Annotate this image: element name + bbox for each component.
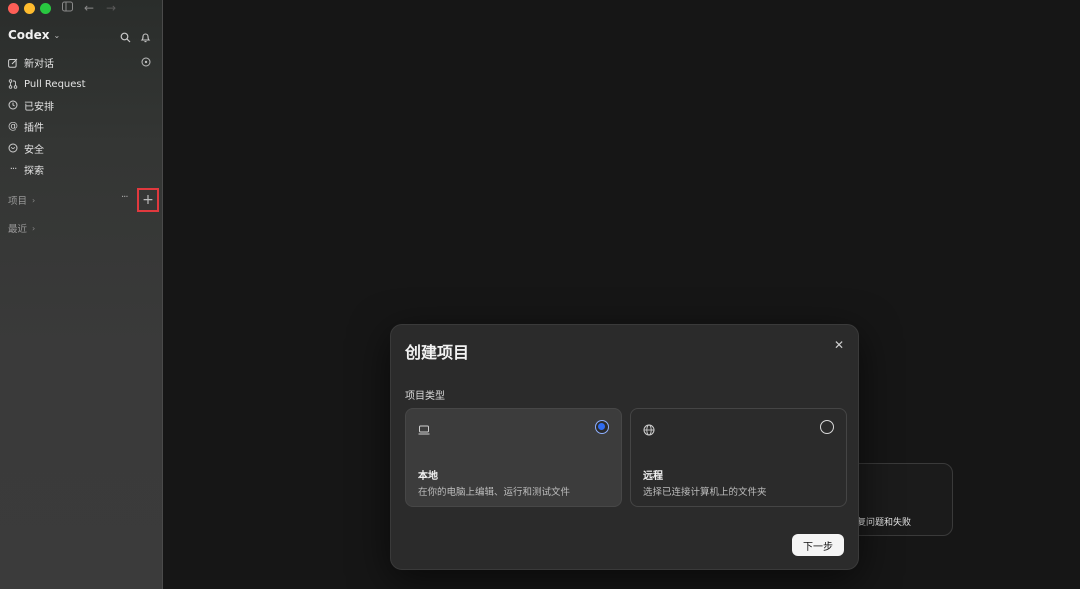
section-projects[interactable]: 项目 › bbox=[8, 193, 36, 208]
sidebar-item-scheduled[interactable]: 已安排 bbox=[0, 95, 163, 116]
back-arrow-icon[interactable]: ← bbox=[84, 1, 94, 15]
section-recent-label: 最近 bbox=[8, 224, 28, 235]
maximize-window-button[interactable] bbox=[40, 3, 51, 14]
shield-icon bbox=[8, 143, 18, 153]
sidebar-item-label: 新对话 bbox=[24, 59, 54, 71]
sidebar-item-pull-request[interactable]: Pull Request bbox=[0, 73, 163, 94]
sidebar: ← → Codex ⌄ 新对话 Pull Request 已安排 @ 插件 安全… bbox=[0, 0, 163, 589]
option-title: 本地 bbox=[418, 471, 438, 482]
projects-more-icon[interactable]: ··· bbox=[121, 192, 128, 203]
sidebar-nav: 新对话 Pull Request 已安排 @ 插件 安全 ··· 探索 bbox=[0, 52, 163, 180]
plus-icon: + bbox=[142, 192, 154, 208]
bell-icon[interactable] bbox=[140, 28, 154, 43]
local-radio[interactable] bbox=[595, 420, 609, 434]
window-controls bbox=[8, 3, 51, 14]
app-title: Codex bbox=[8, 28, 50, 42]
forward-arrow-icon[interactable]: → bbox=[106, 1, 116, 15]
sidebar-item-explore[interactable]: ··· 探索 bbox=[0, 159, 163, 180]
chevron-right-icon: › bbox=[32, 223, 36, 233]
new-chat-options-icon[interactable] bbox=[141, 57, 151, 67]
next-button[interactable]: 下一步 bbox=[792, 534, 844, 556]
sidebar-item-label: 插件 bbox=[24, 123, 44, 135]
at-icon: @ bbox=[8, 121, 18, 133]
sidebar-toggle-icon[interactable] bbox=[62, 1, 73, 15]
sidebar-item-label: 安全 bbox=[24, 144, 44, 156]
background-card-text: 复问题和失败 bbox=[857, 518, 912, 528]
sidebar-item-new-chat[interactable]: 新对话 bbox=[0, 52, 163, 73]
workspace-switcher[interactable]: Codex ⌄ bbox=[8, 28, 60, 42]
section-projects-label: 项目 bbox=[8, 196, 28, 207]
section-recent[interactable]: 最近 › bbox=[8, 221, 36, 236]
edit-icon bbox=[8, 58, 18, 68]
dialog-title: 创建项目 bbox=[405, 343, 470, 362]
close-icon[interactable]: ✕ bbox=[834, 338, 844, 352]
option-title: 远程 bbox=[643, 471, 663, 482]
option-description: 在你的电脑上编辑、运行和测试文件 bbox=[418, 487, 571, 498]
close-window-button[interactable] bbox=[8, 3, 19, 14]
more-dots-icon: ··· bbox=[9, 164, 18, 176]
sidebar-item-label: 探索 bbox=[24, 166, 44, 178]
pull-request-icon bbox=[8, 79, 18, 89]
option-description: 选择已连接计算机上的文件夹 bbox=[643, 487, 767, 498]
create-project-dialog: 创建项目 ✕ 项目类型 本地 在你的电脑上编辑、运行和测试文件 远程 选择已连接… bbox=[390, 324, 859, 570]
chevron-down-icon: ⌄ bbox=[53, 30, 61, 40]
project-type-remote-option[interactable]: 远程 选择已连接计算机上的文件夹 bbox=[630, 408, 847, 507]
minimize-window-button[interactable] bbox=[24, 3, 35, 14]
project-type-label: 项目类型 bbox=[405, 391, 445, 402]
remote-radio[interactable] bbox=[820, 420, 834, 434]
sidebar-item-label: 已安排 bbox=[24, 101, 54, 113]
sidebar-item-plugins[interactable]: @ 插件 bbox=[0, 116, 163, 137]
add-project-button[interactable]: + bbox=[137, 188, 159, 212]
app-window: ← → Codex ⌄ 新对话 Pull Request 已安排 @ 插件 安全… bbox=[0, 0, 1080, 589]
clock-icon bbox=[8, 100, 18, 110]
sidebar-item-label: Pull Request bbox=[24, 78, 86, 90]
chevron-right-icon: › bbox=[32, 195, 36, 205]
project-type-local-option[interactable]: 本地 在你的电脑上编辑、运行和测试文件 bbox=[405, 408, 622, 507]
sidebar-item-security[interactable]: 安全 bbox=[0, 138, 163, 159]
search-icon[interactable] bbox=[120, 28, 134, 43]
laptop-icon bbox=[418, 421, 430, 435]
globe-icon bbox=[643, 421, 655, 436]
